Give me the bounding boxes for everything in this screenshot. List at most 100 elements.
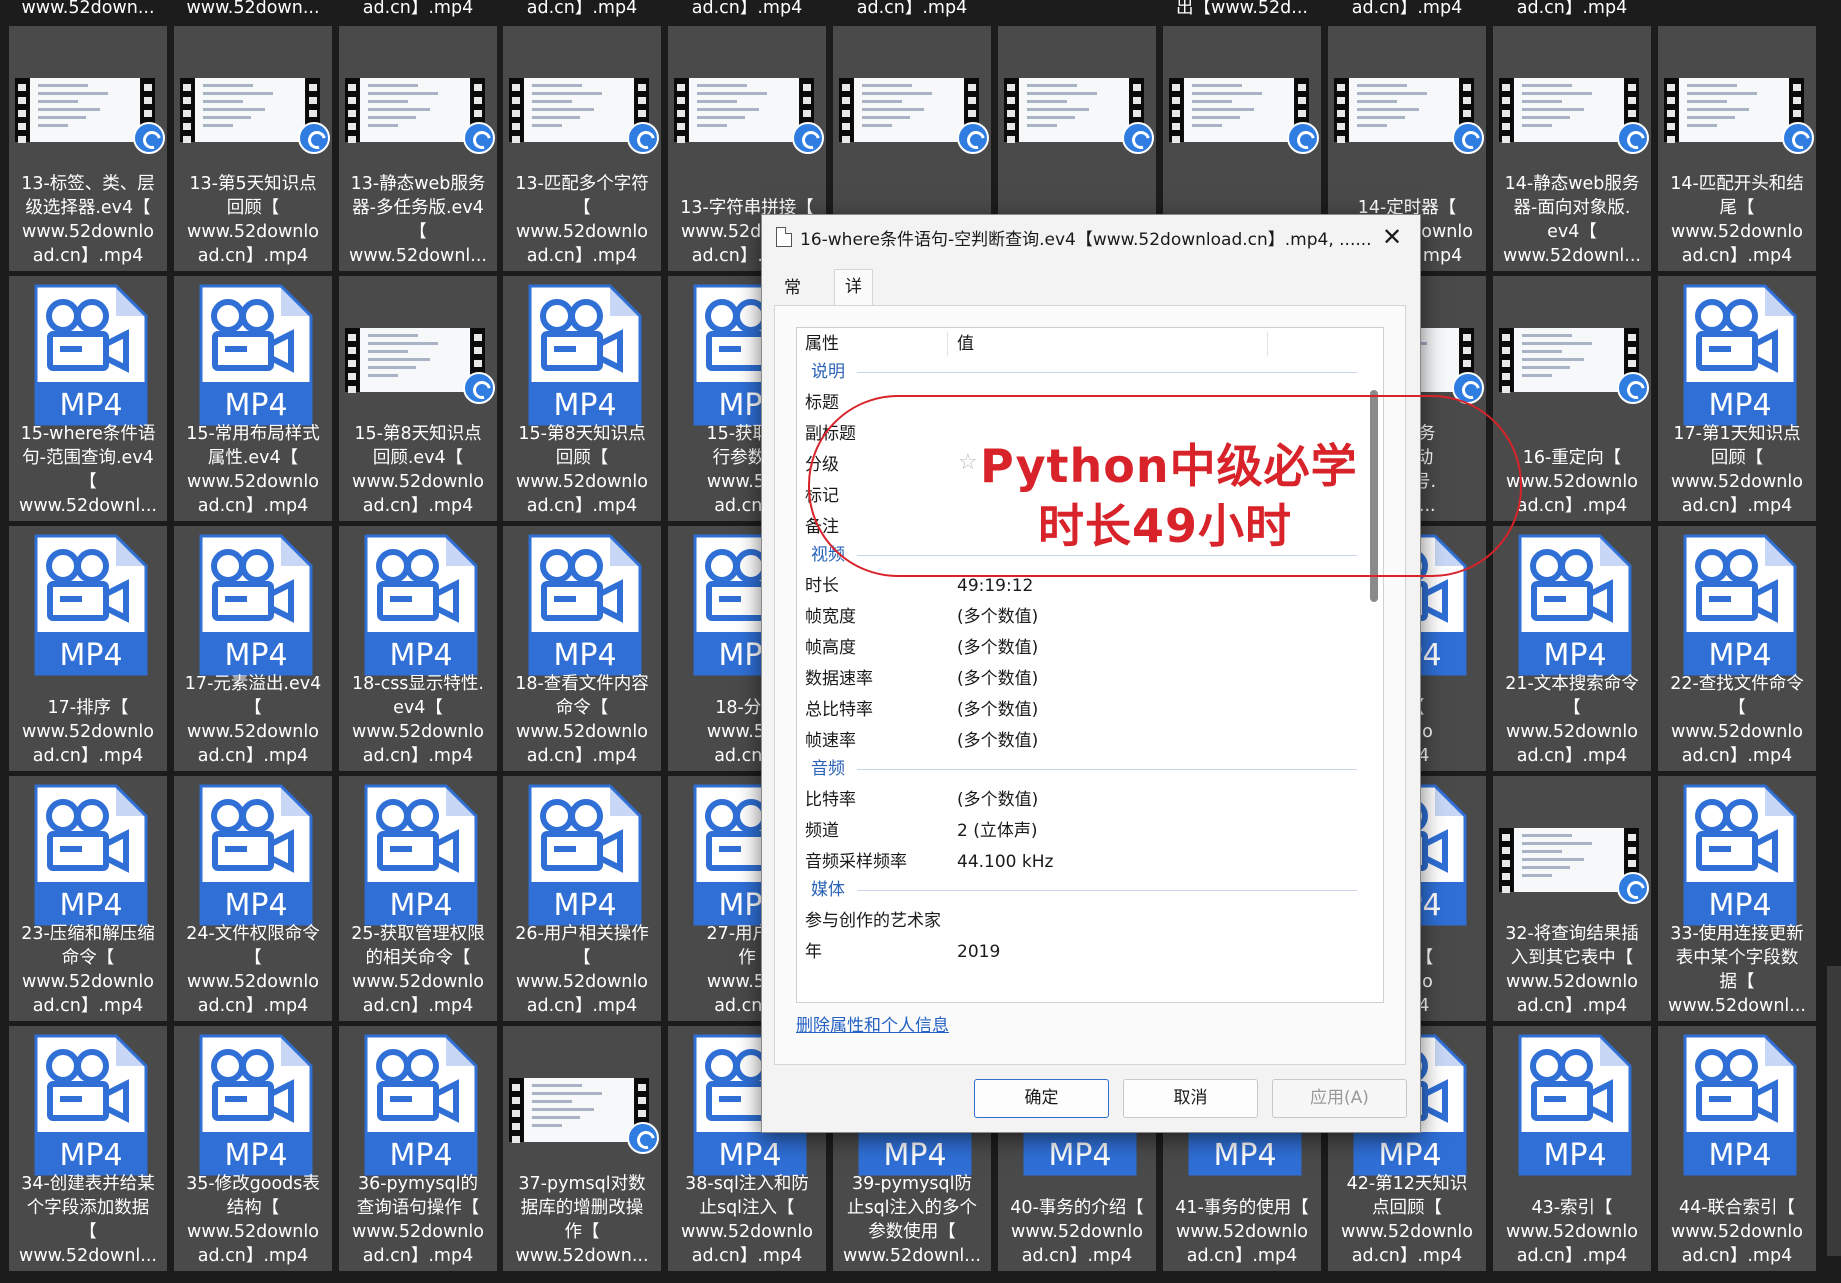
sync-badge-icon [1782, 122, 1814, 154]
file-tile[interactable]: MP4 18-查看文件内容 命令【 www.52downlo ad.cn】.mp4 [503, 526, 661, 771]
video-thumbnail [674, 78, 824, 154]
mp4-label: MP4 [224, 888, 287, 923]
file-tile[interactable]: 16-重定向【 www.52downlo ad.cn】.mp4 [1493, 276, 1651, 521]
explorer-scrollbar[interactable] [1827, 966, 1841, 1256]
column-header-value[interactable]: 值 [957, 328, 974, 360]
file-tile[interactable]: MP4 23-压缩和解压缩 命令【 www.52downlo ad.cn】.mp4 [9, 776, 167, 1021]
video-thumbnail [1169, 78, 1319, 154]
file-tile[interactable]: MP4 17-第1天知识点 回顾【 www.52downlo ad.cn】.mp4 [1658, 276, 1816, 521]
property-row[interactable]: 总比特率 (多个数值) [797, 695, 1357, 726]
tab-details[interactable]: 详细信息 [834, 269, 873, 399]
file-tile[interactable]: MP4 34-创建表并给某 个字段添加数据【www.52downl... [9, 1026, 167, 1271]
dialog-title: 16-where条件语句-空判断查询.ev4【www.52download.cn… [800, 230, 1372, 250]
file-tile[interactable]: MP4 15-常用布局样式 属性.ev4【 www.52downlo ad.cn】.mp… [174, 276, 332, 521]
file-tile[interactable]: 14-静态web服务 器-面向对象版. ev4【 www.52downl... [1493, 26, 1651, 271]
mp4-file-icon: MP4 [34, 534, 148, 676]
property-row[interactable]: 音频采样频率 44.100 kHz [797, 847, 1357, 878]
column-separator[interactable] [1267, 332, 1268, 356]
file-tile[interactable]: MP4 18-css显示特性. ev4【 www.52downlo ad.cn】.mp4 [339, 526, 497, 771]
file-tile[interactable]: MP4 22-查找文件命令【www.52downlo ad.cn】.mp4 [1658, 526, 1816, 771]
property-list[interactable]: 属性 值 说明 标题 副标题 分级 标记 备注 视频 时长 49:19:12 帧宽度 (多个数值) 帧… [796, 327, 1384, 1003]
file-name: 33-使用连接更新 表中某个字段数 据【 www.52downl... [1668, 924, 1806, 1016]
mp4-label: MP4 [389, 888, 452, 923]
file-tile[interactable]: ad.cn】.mp4 [1493, 0, 1651, 24]
ok-button[interactable]: 确定 [974, 1079, 1109, 1118]
property-row[interactable]: 频道 2 (立体声) [797, 816, 1357, 847]
file-tile[interactable]: MP4 33-使用连接更新 表中某个字段数 据【 www.52downl... [1658, 776, 1816, 1021]
file-tile[interactable]: MP4 36-pymysql的 查询语句操作【 www.52downlo ad.cn】.… [339, 1026, 497, 1271]
remove-properties-link[interactable]: 删除属性和个人信息 [796, 1011, 949, 1036]
file-name: 38-sql注入和防 止sql注入【 www.52downlo ad.cn】.mp4 [681, 1174, 813, 1266]
file-tile[interactable]: ad.cn】.mp4 [668, 0, 826, 24]
sync-badge-icon [463, 372, 495, 404]
file-tile[interactable]: 32-将查询结果插 入到其它表中【 www.52downlo ad.cn】.mp4 [1493, 776, 1651, 1021]
file-tile[interactable]: MP4 44-联合索引【 www.52downlo ad.cn】.mp4 [1658, 1026, 1816, 1271]
mp4-file-icon: MP4 [34, 784, 148, 926]
property-row[interactable]: 标题 [797, 388, 1357, 419]
list-scrollbar[interactable] [1368, 354, 1379, 994]
sync-badge-icon [1122, 122, 1154, 154]
file-tile[interactable]: MP4 21-文本搜索命令【www.52downlo ad.cn】.mp4 [1493, 526, 1651, 771]
mp4-label: MP4 [224, 1138, 287, 1173]
file-tile[interactable]: MP4 24-文件权限命令【www.52downlo ad.cn】.mp4 [174, 776, 332, 1021]
mp4-label: MP4 [1213, 1138, 1276, 1173]
group-divider [857, 890, 1357, 891]
file-tile[interactable]: www.52down... [174, 0, 332, 24]
file-tile[interactable]: MP4 26-用户相关操作【www.52downlo ad.cn】.mp4 [503, 776, 661, 1021]
file-tile[interactable]: ad.cn】.mp4 [339, 0, 497, 24]
file-tile[interactable]: 37-pymsql对数 据库的增删改操 作【 www.52down... [503, 1026, 661, 1271]
sync-badge-icon [1452, 372, 1484, 404]
file-tile[interactable]: 15-第8天知识点 回顾.ev4【 www.52downlo ad.cn】.mp4 [339, 276, 497, 521]
file-name: 40-事务的介绍【 www.52downlo ad.cn】.mp4 [1010, 1198, 1144, 1266]
group-header: 说明 [811, 362, 845, 382]
cancel-button[interactable]: 取消 [1123, 1079, 1258, 1118]
column-separator[interactable] [947, 332, 948, 356]
file-tile[interactable]: 13-标签、类、层 级选择器.ev4【 www.52downlo ad.cn】.mp4 [9, 26, 167, 271]
file-tile[interactable]: ad.cn】.mp4 [503, 0, 661, 24]
file-tile[interactable]: ad.cn】.mp4 [1328, 0, 1486, 24]
property-row[interactable]: 时长 49:19:12 [797, 571, 1357, 602]
property-row[interactable]: 比特率 (多个数值) [797, 785, 1357, 816]
property-name: 分级 [805, 455, 839, 475]
property-row[interactable]: 年 2019 [797, 937, 1357, 968]
file-tile[interactable]: 14-匹配开头和结 尾【 www.52downlo ad.cn】.mp4 [1658, 26, 1816, 271]
file-tile[interactable]: ad.cn】.mp4 [833, 0, 991, 24]
apply-button[interactable]: 应用(A) [1272, 1079, 1407, 1118]
property-row[interactable]: 参与创作的艺术家 [797, 906, 1357, 937]
file-tile[interactable]: 出【www.52d... [1163, 0, 1321, 24]
file-tile[interactable]: www.52down... [9, 0, 167, 24]
property-row[interactable]: 数据速率 (多个数值) [797, 664, 1357, 695]
dialog-titlebar[interactable]: 16-where条件语句-空判断查询.ev4【www.52download.cn… [762, 215, 1420, 259]
file-tile[interactable]: MP4 25-获取管理权限 的相关命令【 www.52downlo ad.cn】.mp4 [339, 776, 497, 1021]
column-header-property[interactable]: 属性 [805, 328, 839, 360]
file-name: 44-联合索引【 www.52downlo ad.cn】.mp4 [1671, 1198, 1803, 1266]
file-name: 17-第1天知识点 回顾【 www.52downlo ad.cn】.mp4 [1671, 424, 1803, 516]
file-tile[interactable]: MP4 43-索引【 www.52downlo ad.cn】.mp4 [1493, 1026, 1651, 1271]
property-value: (多个数值) [957, 607, 1039, 627]
file-tile[interactable]: MP4 15-第8天知识点 回顾【 www.52downlo ad.cn】.mp4 [503, 276, 661, 521]
file-tile[interactable]: 13-静态web服务 器-多任务版.ev4 【www.52downl... [339, 26, 497, 271]
file-tile[interactable]: MP4 15-where条件语 句-范围查询.ev4 【www.52downl... [9, 276, 167, 521]
mp4-file-icon: MP4 [1683, 1034, 1797, 1176]
tab-general[interactable]: 常规 [774, 271, 811, 332]
file-tile[interactable]: 13-匹配多个字符【www.52downlo ad.cn】.mp4 [503, 26, 661, 271]
mp4-label: MP4 [1378, 1138, 1441, 1173]
file-tile[interactable]: MP4 17-元素溢出.ev4 【www.52downlo ad.cn】.mp4 [174, 526, 332, 771]
file-tile[interactable]: MP4 17-排序【 www.52downlo ad.cn】.mp4 [9, 526, 167, 771]
file-name: 15-第8天知识点 回顾【 www.52downlo ad.cn】.mp4 [516, 424, 648, 516]
property-name: 总比特率 [805, 700, 873, 720]
property-row[interactable]: 帧速率 (多个数值) [797, 726, 1357, 757]
property-row[interactable]: 帧高度 (多个数值) [797, 633, 1357, 664]
file-tile[interactable]: MP4 35-修改goods表 结构【 www.52downlo ad.cn】.mp4 [174, 1026, 332, 1271]
sync-badge-icon [1617, 372, 1649, 404]
video-thumbnail [1499, 828, 1649, 904]
property-row[interactable]: 帧宽度 (多个数值) [797, 602, 1357, 633]
file-name: 22-查找文件命令【www.52downlo ad.cn】.mp4 [1670, 674, 1804, 766]
scrollbar-thumb[interactable] [1370, 390, 1378, 602]
file-tile[interactable]: 13-第5天知识点 回顾【 www.52downlo ad.cn】.mp4 [174, 26, 332, 271]
property-name: 年 [805, 942, 822, 962]
rating-star-icon[interactable]: ☆ [958, 450, 978, 475]
close-icon[interactable]: ✕ [1376, 221, 1408, 253]
property-name: 频道 [805, 821, 839, 841]
property-name: 数据速率 [805, 669, 873, 689]
